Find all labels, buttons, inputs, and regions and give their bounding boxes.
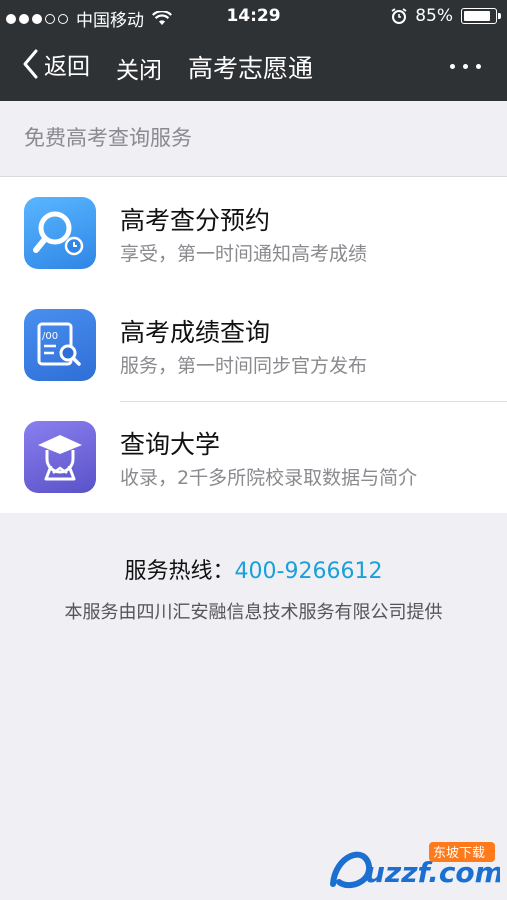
- score-sheet-icon: /00: [24, 309, 96, 381]
- battery-percent: 85%: [415, 6, 453, 26]
- watermark-logo: uzzf.com 东坡下载: [325, 836, 504, 896]
- back-label: 返回: [44, 54, 90, 80]
- close-button[interactable]: 关闭: [116, 51, 162, 85]
- navigation-bar: 返回 关闭 高考志愿通: [0, 33, 507, 101]
- item-subtitle: 服务，第一时间同步官方发布: [120, 355, 368, 377]
- svg-text:/00: /00: [42, 331, 58, 342]
- list-item-score-reminder[interactable]: 高考查分预约 享受，第一时间通知高考成绩: [0, 177, 507, 289]
- status-bar: 中国移动 14:29 85%: [0, 0, 507, 33]
- item-subtitle: 享受，第一时间通知高考成绩: [120, 243, 368, 265]
- hotline: 服务热线：400-9266612: [0, 553, 507, 585]
- battery-fill: [464, 11, 490, 21]
- hotline-label: 服务热线：: [124, 559, 235, 584]
- svg-text:东坡下载: 东坡下载: [433, 846, 485, 861]
- more-dot-icon: [450, 64, 455, 69]
- more-dot-icon: [476, 64, 481, 69]
- list-item-score-query[interactable]: /00 高考成绩查询 服务，第一时间同步官方发布: [0, 289, 507, 401]
- section-heading: 免费高考查询服务: [24, 126, 192, 150]
- back-button[interactable]: 返回: [22, 47, 90, 81]
- service-list: 高考查分预约 享受，第一时间通知高考成绩 /00 高考成绩查询 服务，第一时间同…: [0, 176, 507, 513]
- item-title: 查询大学: [120, 430, 221, 459]
- more-menu-button[interactable]: [450, 64, 481, 69]
- hotline-number-link[interactable]: 400-9266612: [235, 559, 383, 584]
- provider-notice: 本服务由四川汇安融信息技术服务有限公司提供: [64, 602, 443, 623]
- alarm-icon: [391, 8, 407, 24]
- graduation-cap-icon: [24, 421, 96, 493]
- battery-icon: [461, 8, 501, 24]
- page-title: 高考志愿通: [188, 54, 314, 83]
- item-title: 高考成绩查询: [120, 318, 271, 347]
- chevron-left-icon: [23, 49, 38, 79]
- more-dot-icon: [463, 64, 468, 69]
- list-item-university-search[interactable]: 查询大学 收录，2千多所院校录取数据与简介: [0, 401, 507, 513]
- item-subtitle: 收录，2千多所院校录取数据与简介: [120, 467, 418, 489]
- item-title: 高考查分预约: [120, 206, 271, 235]
- magnifier-clock-icon: [24, 197, 96, 269]
